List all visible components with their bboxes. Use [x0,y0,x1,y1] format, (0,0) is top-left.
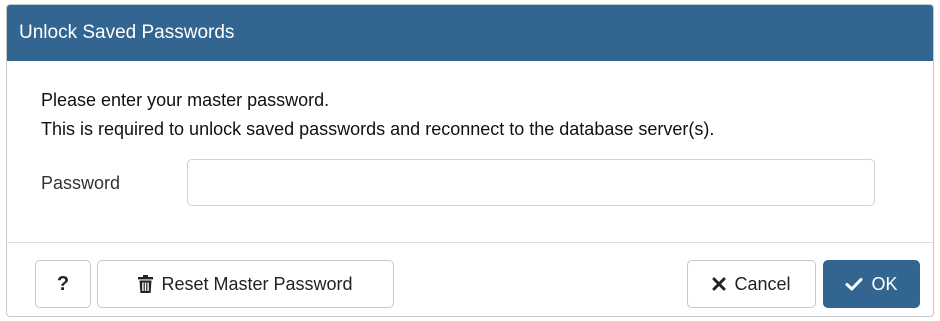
reset-button-label: Reset Master Password [161,273,353,294]
help-button[interactable]: ? [35,260,91,308]
password-label: Password [41,173,121,193]
dialog-titlebar: Unlock Saved Passwords [7,5,933,61]
help-button-label: ? [56,272,70,295]
reset-master-password-button[interactable]: Reset Master Password [97,260,394,308]
password-input[interactable] [187,159,875,206]
ok-button-label: OK [871,273,898,294]
dialog-title: Unlock Saved Passwords [19,22,235,43]
message-line-1: Please enter your master password. [41,90,330,110]
message-line-2: This is required to unlock saved passwor… [41,119,715,139]
unlock-passwords-dialog: Unlock Saved Passwords Please enter your… [6,4,934,317]
dialog-footer: ? Reset Master Password Cancel OK [7,243,933,316]
cancel-button-label: Cancel [734,273,791,294]
ok-button[interactable]: OK [823,260,920,308]
trash-icon [138,275,154,293]
close-icon [712,277,726,291]
checkmark-icon [845,277,863,291]
dialog-body: Please enter your master password. This … [7,61,933,243]
cancel-button[interactable]: Cancel [687,260,816,308]
